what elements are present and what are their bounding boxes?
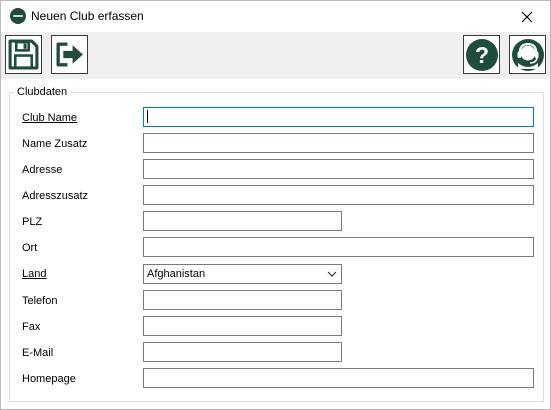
fax-input[interactable] [143,316,342,336]
exit-button[interactable] [51,35,88,74]
adresszusatz-label: Adresszusatz [22,190,89,202]
email-input[interactable] [143,342,342,362]
name-zusatz-input[interactable] [143,133,534,153]
title-bar: Neuen Club erfassen [1,1,550,32]
plz-label: PLZ [22,216,43,228]
save-icon [8,39,39,70]
chevron-down-icon [327,271,337,277]
land-label: Land [22,268,47,280]
email-label: E-Mail [22,347,54,359]
dialog-window: Neuen Club erfassen ? Clubdaten Club Nam… [0,0,551,410]
help-icon: ? [465,38,498,71]
close-button[interactable] [504,1,550,32]
club-name-label: Club Name [22,112,78,124]
telefon-input[interactable] [143,290,342,310]
app-logo-icon [10,8,26,24]
land-selected-value: Afghanistan [147,268,206,280]
group-title: Clubdaten [14,86,71,98]
ort-input[interactable] [143,237,534,257]
save-button[interactable] [5,35,42,74]
support-button[interactable] [509,35,546,74]
svg-text:?: ? [474,42,488,68]
adresse-input[interactable] [143,159,534,179]
club-name-input[interactable] [143,107,534,127]
close-icon [521,11,533,22]
support-headset-icon [511,38,544,71]
land-select[interactable]: Afghanistan [143,264,342,284]
help-button[interactable]: ? [463,35,500,74]
telefon-label: Telefon [22,295,58,307]
window-title: Neuen Club erfassen [31,9,144,23]
exit-icon [56,42,83,67]
name-zusatz-label: Name Zusatz [22,138,88,150]
homepage-label: Homepage [22,373,76,385]
homepage-input[interactable] [143,368,534,388]
ort-label: Ort [22,242,38,254]
toolbar: ? [1,32,550,79]
text-caret [147,110,148,123]
adresszusatz-input[interactable] [143,185,534,205]
plz-input[interactable] [143,211,342,231]
adresse-label: Adresse [22,164,63,176]
fax-label: Fax [22,321,41,333]
